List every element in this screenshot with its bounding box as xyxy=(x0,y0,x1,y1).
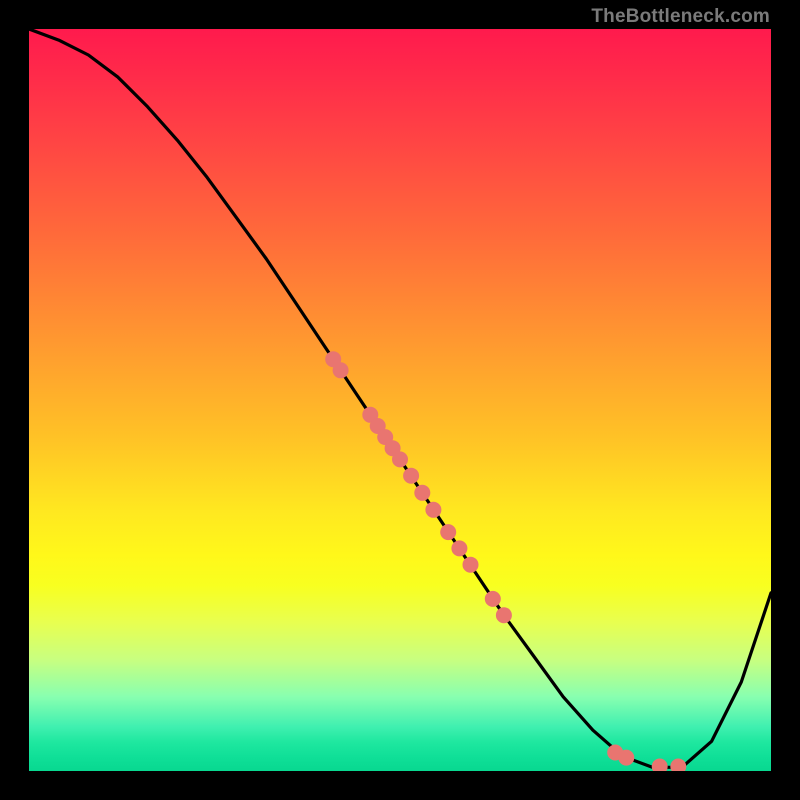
watermark-text: TheBottleneck.com xyxy=(591,6,770,28)
plot-area xyxy=(29,29,771,771)
chart-canvas: TheBottleneck.com xyxy=(0,0,800,800)
heat-gradient-background xyxy=(29,29,771,771)
